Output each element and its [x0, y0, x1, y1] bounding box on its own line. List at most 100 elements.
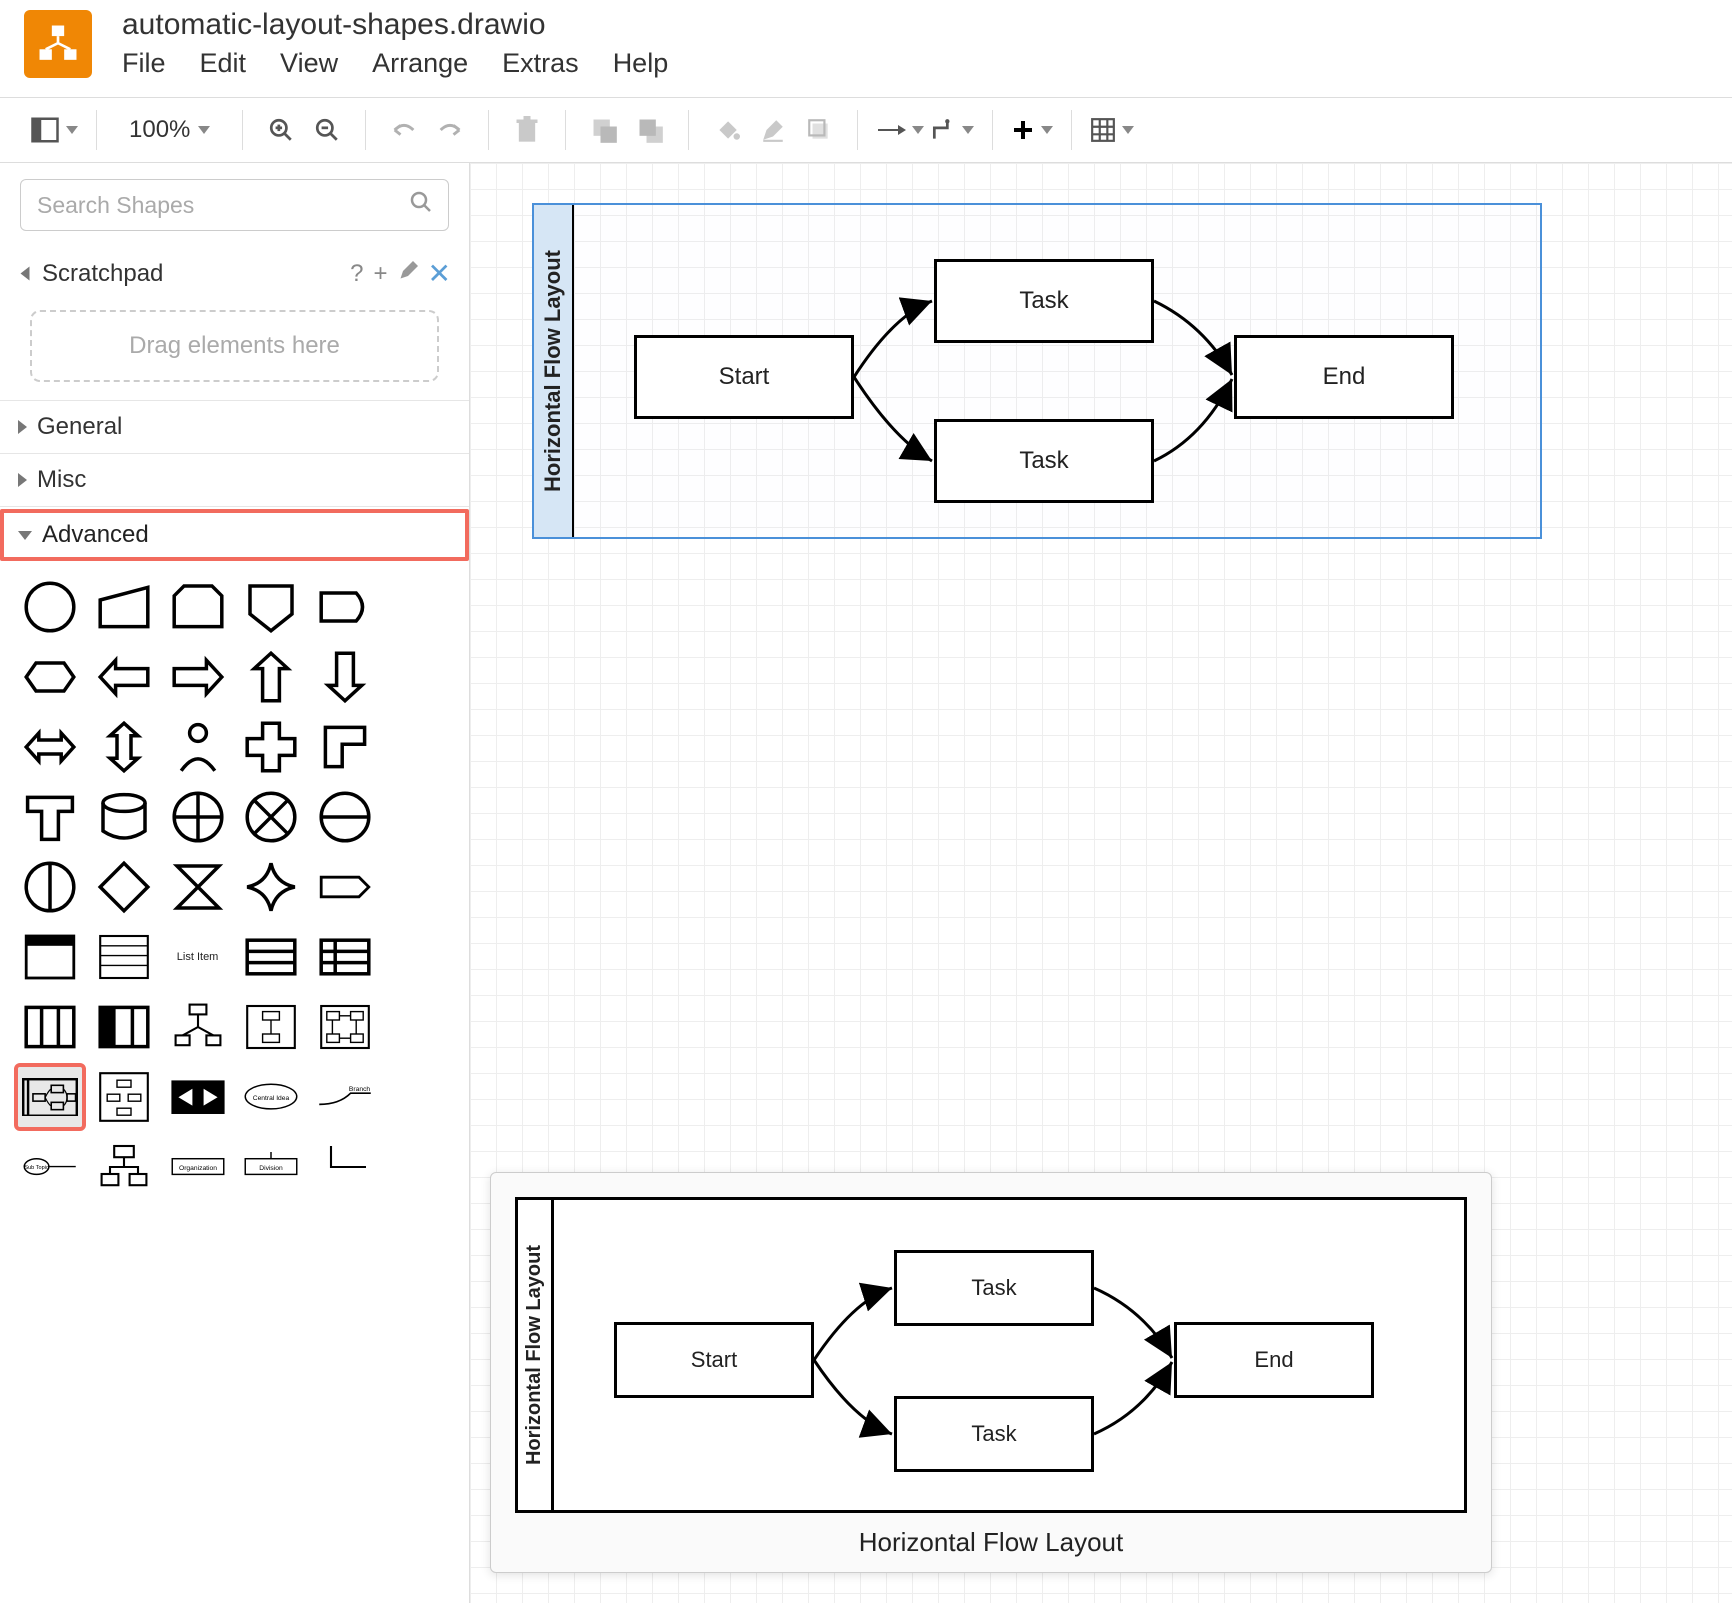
shape-offpage[interactable]: [239, 577, 303, 637]
node-task-1[interactable]: Task: [934, 259, 1154, 343]
menu-edit[interactable]: Edit: [200, 48, 247, 79]
undo-button[interactable]: [384, 110, 424, 150]
menu-extras[interactable]: Extras: [502, 48, 579, 79]
section-advanced[interactable]: Advanced: [0, 509, 469, 561]
zoom-out-button[interactable]: [307, 110, 347, 150]
to-front-button[interactable]: [584, 110, 624, 150]
to-back-button[interactable]: [630, 110, 670, 150]
shape-diamond[interactable]: [92, 857, 156, 917]
scratchpad-dropzone[interactable]: Drag elements here: [30, 310, 439, 382]
grid-icon: [1090, 117, 1116, 143]
shape-hexagon[interactable]: [18, 647, 82, 707]
shape-actor[interactable]: [166, 717, 230, 777]
shape-organization[interactable]: Organization: [166, 1137, 230, 1197]
shape-list-item[interactable]: List Item: [166, 927, 230, 987]
redo-button[interactable]: [430, 110, 470, 150]
shape-arrow-up[interactable]: [239, 647, 303, 707]
shape-blank[interactable]: [387, 577, 451, 637]
line-color-button[interactable]: [753, 110, 793, 150]
shape-cross[interactable]: [239, 717, 303, 777]
shape-star4[interactable]: [239, 857, 303, 917]
menu-file[interactable]: File: [122, 48, 166, 79]
menu-help[interactable]: Help: [613, 48, 669, 79]
shape-manual-input[interactable]: [92, 577, 156, 637]
shape-blank[interactable]: [387, 1067, 451, 1127]
shape-org-chart[interactable]: [92, 1137, 156, 1197]
shape-sub-topic[interactable]: Sub Topic: [18, 1137, 82, 1197]
shape-table-3row[interactable]: [239, 927, 303, 987]
shape-blank[interactable]: [387, 787, 451, 847]
menu-bar: File Edit View Arrange Extras Help: [122, 48, 668, 79]
shape-cylinder[interactable]: [92, 787, 156, 847]
document-title[interactable]: automatic-layout-shapes.drawio: [122, 8, 668, 42]
menu-arrange[interactable]: Arrange: [372, 48, 468, 79]
shape-window[interactable]: [18, 927, 82, 987]
sidebar-toggle-button[interactable]: [30, 110, 78, 150]
shape-cols-3[interactable]: [18, 997, 82, 1057]
help-icon[interactable]: ?: [350, 260, 363, 288]
shape-tree-layout[interactable]: [166, 997, 230, 1057]
shape-connector-down[interactable]: [313, 1137, 377, 1197]
shape-circle-plus[interactable]: [166, 787, 230, 847]
search-icon[interactable]: [409, 190, 433, 220]
shape-blank[interactable]: [387, 647, 451, 707]
shape-blank[interactable]: [387, 717, 451, 777]
zoom-in-button[interactable]: [261, 110, 301, 150]
shape-arrow-left[interactable]: [92, 647, 156, 707]
edit-icon[interactable]: [398, 260, 418, 288]
shape-cols-3-filled[interactable]: [92, 997, 156, 1057]
node-start[interactable]: Start: [634, 335, 854, 419]
node-task-2[interactable]: Task: [934, 419, 1154, 503]
waypoint-style-button[interactable]: [930, 110, 974, 150]
connection-style-button[interactable]: [876, 110, 924, 150]
section-general[interactable]: General: [0, 401, 469, 453]
shape-blank[interactable]: [387, 997, 451, 1057]
shape-corner[interactable]: [313, 717, 377, 777]
shape-dark-flow[interactable]: [166, 1067, 230, 1127]
shape-signal[interactable]: [313, 857, 377, 917]
shape-horizontal-flow-layout[interactable]: [18, 1067, 82, 1127]
shape-blank[interactable]: [387, 857, 451, 917]
shape-delay[interactable]: [313, 577, 377, 637]
shape-blank[interactable]: [387, 927, 451, 987]
shape-arrow-bidir-h[interactable]: [18, 717, 82, 777]
section-misc[interactable]: Misc: [0, 454, 469, 506]
shape-blank[interactable]: [387, 1137, 451, 1197]
shape-arrow-bidir-v[interactable]: [92, 717, 156, 777]
shape-flow-v[interactable]: [239, 997, 303, 1057]
shape-circle-vline[interactable]: [18, 857, 82, 917]
shape-arrow-right[interactable]: [166, 647, 230, 707]
shape-ellipse[interactable]: [18, 577, 82, 637]
shape-vertical-flow-layout[interactable]: [92, 1067, 156, 1127]
node-end[interactable]: End: [1234, 335, 1454, 419]
shape-division[interactable]: Division: [239, 1137, 303, 1197]
shape-flow-grid[interactable]: [313, 997, 377, 1057]
canvas[interactable]: Horizontal Flow Layout Start Task Task E…: [470, 163, 1732, 1603]
insert-button[interactable]: [1011, 110, 1053, 150]
scratchpad-header[interactable]: Scratchpad ? + ✕: [0, 245, 469, 302]
zoom-select[interactable]: 100%: [115, 116, 224, 144]
table-button[interactable]: [1090, 110, 1134, 150]
app-header: automatic-layout-shapes.drawio File Edit…: [0, 0, 1732, 79]
shape-arrow-down[interactable]: [313, 647, 377, 707]
shape-table-2col[interactable]: [313, 927, 377, 987]
delete-button[interactable]: [507, 110, 547, 150]
shape-card[interactable]: [166, 577, 230, 637]
flow-title-bar[interactable]: Horizontal Flow Layout: [534, 205, 574, 537]
fill-color-button[interactable]: [707, 110, 747, 150]
shape-central-idea[interactable]: Central Idea: [239, 1067, 303, 1127]
close-icon[interactable]: ✕: [428, 257, 451, 290]
shape-circle-minus[interactable]: [313, 787, 377, 847]
search-input[interactable]: [20, 179, 449, 231]
shape-list[interactable]: [92, 927, 156, 987]
add-icon[interactable]: +: [374, 260, 388, 288]
shadow-button[interactable]: [799, 110, 839, 150]
expand-icon: [18, 473, 27, 487]
flow-layout-container[interactable]: Horizontal Flow Layout Start Task Task E…: [532, 203, 1542, 539]
shape-hourglass[interactable]: [166, 857, 230, 917]
shape-circle-x[interactable]: [239, 787, 303, 847]
shape-tee[interactable]: [18, 787, 82, 847]
flow-title-text: Horizontal Flow Layout: [540, 250, 566, 492]
menu-view[interactable]: View: [280, 48, 338, 79]
shape-branch[interactable]: Branch: [313, 1067, 377, 1127]
